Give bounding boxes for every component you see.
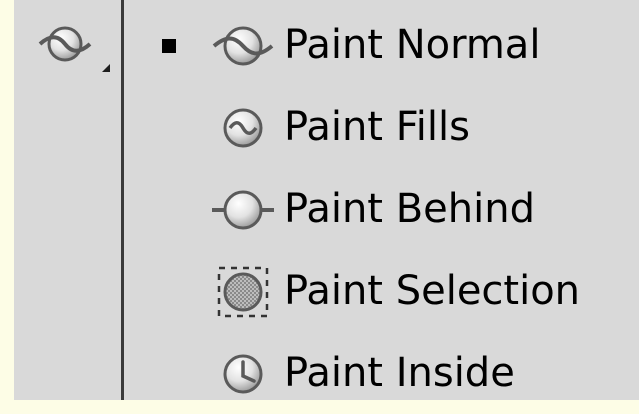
flyout-indicator-icon[interactable] [102,64,110,72]
menu-item-paint-normal[interactable]: Paint Normal [124,4,639,86]
paint-mode-menu: Paint Normal Paint Fills Paint Behind Pa… [124,0,639,400]
paint-normal-icon[interactable] [38,22,92,66]
menu-item-paint-inside[interactable]: Paint Inside [124,332,639,414]
tool-column [14,0,121,400]
menu-item-paint-selection[interactable]: Paint Selection [124,250,639,332]
selected-check-icon [162,39,176,53]
paint-inside-icon [208,348,278,400]
menu-item-label: Paint Selection [284,268,581,314]
paint-behind-icon [208,184,278,236]
menu-item-label: Paint Fills [284,104,470,150]
menu-item-label: Paint Normal [284,22,541,68]
menu-item-paint-fills[interactable]: Paint Fills [124,86,639,168]
menu-item-paint-behind[interactable]: Paint Behind [124,168,639,250]
menu-item-label: Paint Behind [284,186,535,232]
brush-mode-panel: Paint Normal Paint Fills Paint Behind Pa… [14,0,639,400]
paint-fills-icon [208,102,278,154]
paint-normal-icon [208,20,278,72]
menu-item-label: Paint Inside [284,350,515,396]
paint-selection-icon [208,266,278,318]
